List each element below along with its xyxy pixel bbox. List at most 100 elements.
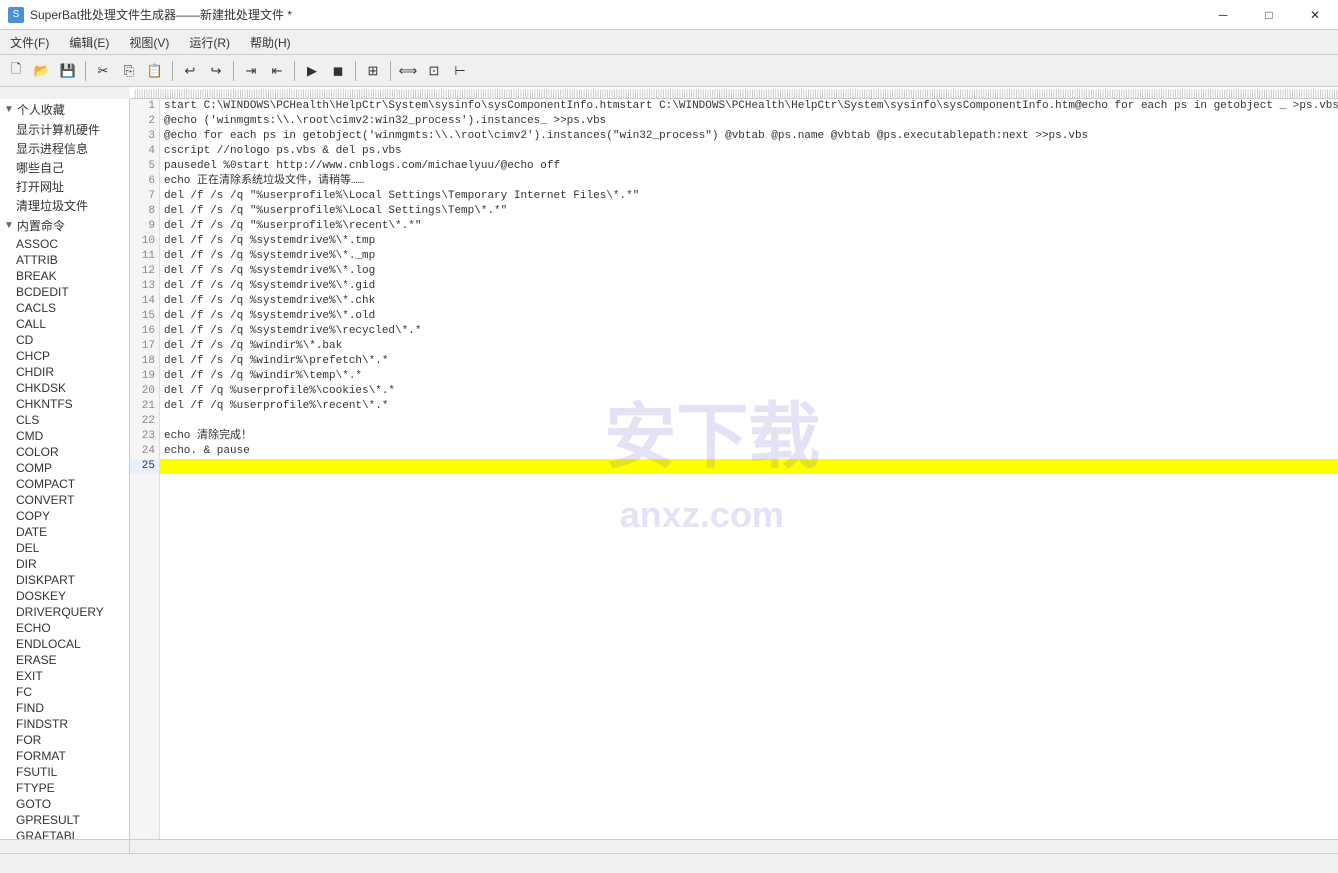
end-button[interactable]: ⊢ bbox=[448, 59, 472, 83]
code-line-7[interactable]: del /f /s /q "%userprofile%\Local Settin… bbox=[160, 189, 1338, 204]
sidebar-item-CD[interactable]: CD bbox=[0, 332, 129, 348]
undo-button[interactable]: ↩ bbox=[178, 59, 202, 83]
sidebar-item-CHKNTFS[interactable]: CHKNTFS bbox=[0, 396, 129, 412]
redo-button[interactable]: ↪ bbox=[204, 59, 228, 83]
close-button[interactable]: ✕ bbox=[1292, 0, 1338, 30]
code-line-16[interactable]: del /f /s /q %systemdrive%\recycled\*.* bbox=[160, 324, 1338, 339]
sidebar-item-CHDIR[interactable]: CHDIR bbox=[0, 364, 129, 380]
sidebar-item-FTYPE[interactable]: FTYPE bbox=[0, 780, 129, 796]
arrows-button[interactable]: ⟺ bbox=[396, 59, 420, 83]
sidebar-item-ATTRIB[interactable]: ATTRIB bbox=[0, 252, 129, 268]
sidebar[interactable]: ▼个人收藏显示计算机硬件显示进程信息哪些自己打开网址清理垃圾文件▼内置命令ASS… bbox=[0, 99, 130, 839]
sidebar-item-COMP[interactable]: COMP bbox=[0, 460, 129, 476]
code-line-3[interactable]: @echo for each ps in getobject('winmgmts… bbox=[160, 129, 1338, 144]
sidebar-item-ECHO[interactable]: ECHO bbox=[0, 620, 129, 636]
sidebar-item-DRIVERQUERY[interactable]: DRIVERQUERY bbox=[0, 604, 129, 620]
sidebar-item-打开网址[interactable]: 打开网址 bbox=[0, 177, 129, 196]
code-line-18[interactable]: del /f /s /q %windir%\prefetch\*.* bbox=[160, 354, 1338, 369]
code-line-9[interactable]: del /f /s /q "%userprofile%\recent\*.*" bbox=[160, 219, 1338, 234]
menu-item-文件(F)[interactable]: 文件(F) bbox=[0, 30, 59, 54]
code-line-17[interactable]: del /f /s /q %windir%\*.bak bbox=[160, 339, 1338, 354]
paste-button[interactable]: 📋 bbox=[143, 59, 167, 83]
sidebar-item-ERASE[interactable]: ERASE bbox=[0, 652, 129, 668]
sidebar-item-清理垃圾文件[interactable]: 清理垃圾文件 bbox=[0, 196, 129, 215]
sidebar-item-COPY[interactable]: COPY bbox=[0, 508, 129, 524]
sidebar-section-个人收藏[interactable]: ▼个人收藏 bbox=[0, 99, 129, 120]
code-line-19[interactable]: del /f /s /q %windir%\temp\*.* bbox=[160, 369, 1338, 384]
sidebar-item-显示计算机硬件[interactable]: 显示计算机硬件 bbox=[0, 120, 129, 139]
sidebar-item-FC[interactable]: FC bbox=[0, 684, 129, 700]
menu-item-帮助(H)[interactable]: 帮助(H) bbox=[240, 30, 301, 54]
sidebar-item-DATE[interactable]: DATE bbox=[0, 524, 129, 540]
outdent-button[interactable]: ⇤ bbox=[265, 59, 289, 83]
code-line-1[interactable]: start C:\WINDOWS\PCHealth\HelpCtr\System… bbox=[160, 99, 1338, 114]
sidebar-item-FIND[interactable]: FIND bbox=[0, 700, 129, 716]
sidebar-item-BCDEDIT[interactable]: BCDEDIT bbox=[0, 284, 129, 300]
sidebar-item-CHKDSK[interactable]: CHKDSK bbox=[0, 380, 129, 396]
sidebar-item-BREAK[interactable]: BREAK bbox=[0, 268, 129, 284]
sidebar-item-GPRESULT[interactable]: GPRESULT bbox=[0, 812, 129, 828]
sidebar-item-CLS[interactable]: CLS bbox=[0, 412, 129, 428]
maximize-button[interactable]: □ bbox=[1246, 0, 1292, 30]
sidebar-section-内置命令[interactable]: ▼内置命令 bbox=[0, 215, 129, 236]
sidebar-item-DISKPART[interactable]: DISKPART bbox=[0, 572, 129, 588]
sidebar-item-EXIT[interactable]: EXIT bbox=[0, 668, 129, 684]
code-line-20[interactable]: del /f /q %userprofile%\cookies\*.* bbox=[160, 384, 1338, 399]
sidebar-item-FOR[interactable]: FOR bbox=[0, 732, 129, 748]
code-line-23[interactable]: echo 清除完成！ bbox=[160, 429, 1338, 444]
code-line-14[interactable]: del /f /s /q %systemdrive%\*.chk bbox=[160, 294, 1338, 309]
sidebar-item-FORMAT[interactable]: FORMAT bbox=[0, 748, 129, 764]
run-button[interactable]: ▶ bbox=[300, 59, 324, 83]
code-line-12[interactable]: del /f /s /q %systemdrive%\*.log bbox=[160, 264, 1338, 279]
sidebar-item-ASSOC[interactable]: ASSOC bbox=[0, 236, 129, 252]
code-line-4[interactable]: cscript //nologo ps.vbs & del ps.vbs bbox=[160, 144, 1338, 159]
line-num-21: 21 bbox=[130, 399, 159, 414]
sidebar-item-ENDLOCAL[interactable]: ENDLOCAL bbox=[0, 636, 129, 652]
code-line-15[interactable]: del /f /s /q %systemdrive%\*.old bbox=[160, 309, 1338, 324]
sidebar-item-GRAFTABL[interactable]: GRAFTABL bbox=[0, 828, 129, 839]
copy-button[interactable]: ⎘ bbox=[117, 59, 141, 83]
sidebar-item-CHCP[interactable]: CHCP bbox=[0, 348, 129, 364]
code-line-25[interactable] bbox=[160, 459, 1338, 474]
sep3 bbox=[233, 61, 234, 81]
code-line-6[interactable]: echo 正在清除系统垃圾文件，请稍等…… bbox=[160, 174, 1338, 189]
sidebar-item-FINDSTR[interactable]: FINDSTR bbox=[0, 716, 129, 732]
code-line-22[interactable] bbox=[160, 414, 1338, 429]
code-line-8[interactable]: del /f /s /q "%userprofile%\Local Settin… bbox=[160, 204, 1338, 219]
new-button[interactable]: 🗋 bbox=[4, 59, 28, 83]
sidebar-item-哪些自己[interactable]: 哪些自己 bbox=[0, 158, 129, 177]
sidebar-item-DOSKEY[interactable]: DOSKEY bbox=[0, 588, 129, 604]
format-button[interactable]: ⊞ bbox=[361, 59, 385, 83]
sidebar-item-CACLS[interactable]: CACLS bbox=[0, 300, 129, 316]
sidebar-item-显示进程信息[interactable]: 显示进程信息 bbox=[0, 139, 129, 158]
code-line-2[interactable]: @echo ('winmgmts:\\.\root\cimv2:win32_pr… bbox=[160, 114, 1338, 129]
code-line-11[interactable]: del /f /s /q %systemdrive%\*._mp bbox=[160, 249, 1338, 264]
menu-item-视图(V)[interactable]: 视图(V) bbox=[119, 30, 179, 54]
code-line-5[interactable]: pausedel %0start http://www.cnblogs.com/… bbox=[160, 159, 1338, 174]
sidebar-item-DIR[interactable]: DIR bbox=[0, 556, 129, 572]
sidebar-item-DEL[interactable]: DEL bbox=[0, 540, 129, 556]
sidebar-item-GOTO[interactable]: GOTO bbox=[0, 796, 129, 812]
sidebar-item-COLOR[interactable]: COLOR bbox=[0, 444, 129, 460]
stop-button[interactable]: ◼ bbox=[326, 59, 350, 83]
code-line-10[interactable]: del /f /s /q %systemdrive%\*.tmp bbox=[160, 234, 1338, 249]
code-line-24[interactable]: echo. & pause bbox=[160, 444, 1338, 459]
sidebar-item-FSUTIL[interactable]: FSUTIL bbox=[0, 764, 129, 780]
sidebar-item-CALL[interactable]: CALL bbox=[0, 316, 129, 332]
cut-button[interactable]: ✂ bbox=[91, 59, 115, 83]
menu-item-运行(R)[interactable]: 运行(R) bbox=[179, 30, 240, 54]
code-area[interactable]: start C:\WINDOWS\PCHealth\HelpCtr\System… bbox=[160, 99, 1338, 839]
sidebar-item-COMPACT[interactable]: COMPACT bbox=[0, 476, 129, 492]
wrap-button[interactable]: ⊡ bbox=[422, 59, 446, 83]
sidebar-item-CONVERT[interactable]: CONVERT bbox=[0, 492, 129, 508]
line-num-20: 20 bbox=[130, 384, 159, 399]
save-button[interactable]: 💾 bbox=[56, 59, 80, 83]
menu-item-编辑(E)[interactable]: 编辑(E) bbox=[59, 30, 119, 54]
code-line-21[interactable]: del /f /q %userprofile%\recent\*.* bbox=[160, 399, 1338, 414]
minimize-button[interactable]: ─ bbox=[1200, 0, 1246, 30]
code-line-13[interactable]: del /f /s /q %systemdrive%\*.gid bbox=[160, 279, 1338, 294]
sidebar-item-CMD[interactable]: CMD bbox=[0, 428, 129, 444]
open-button[interactable]: 📂 bbox=[30, 59, 54, 83]
indent-button[interactable]: ⇥ bbox=[239, 59, 263, 83]
line-num-14: 14 bbox=[130, 294, 159, 309]
